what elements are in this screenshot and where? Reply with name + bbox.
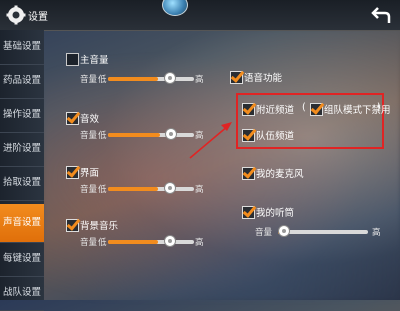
volume-high-label: 高 [195,131,204,141]
slider-knob[interactable] [164,72,176,84]
bgm-label: 背景音乐 [80,221,119,232]
paren-close: ) [377,102,381,113]
top-bar: 设置 [0,0,400,30]
slider-fill [108,187,158,191]
ui-sound-checkbox[interactable] [66,166,79,179]
slider-knob[interactable] [278,225,290,237]
bgm-checkbox[interactable] [66,219,79,232]
ui-volume-slider[interactable] [108,182,194,194]
volume-low-label: 低 [98,75,107,85]
volume-label: 音量 [80,185,98,195]
nearby-channel-checkbox[interactable] [242,103,255,116]
gear-icon [6,5,26,25]
slider-knob[interactable] [164,235,176,247]
sidebar-item-operation[interactable]: 操作设置 [0,98,44,133]
volume-label: 音量 [80,131,98,141]
ui-sound-label: 界面 [80,168,100,179]
team-channel-label: 队伍频道 [256,131,295,142]
slider-fill [108,77,158,81]
sidebar-item-medicine[interactable]: 药品设置 [0,64,44,99]
return-arrow-icon[interactable] [370,4,392,26]
globe-icon [162,0,188,16]
my-listen-label: 我的听筒 [256,208,295,219]
my-mic-checkbox[interactable] [242,167,255,180]
sidebar: 基础设置 药品设置 操作设置 进阶设置 拾取设置 声音设置 每键设置 战队设置 [0,30,44,311]
voice-function-title: 语音功能 [244,73,283,84]
volume-label: 音量 [80,75,98,85]
paren-open: ( [302,102,306,113]
main-volume-label: 主音量 [80,55,109,66]
volume-high-label: 高 [195,238,204,248]
listen-volume-slider[interactable] [278,225,368,237]
sidebar-item-advanced[interactable]: 进阶设置 [0,132,44,167]
slider-fill [108,133,160,137]
slider-knob[interactable] [165,128,177,140]
main-volume-slider[interactable] [108,72,194,84]
volume-low-label: 低 [98,131,107,141]
main-volume-checkbox[interactable] [66,53,79,66]
my-listen-checkbox[interactable] [242,206,255,219]
slider-fill [108,240,158,244]
volume-low-label: 低 [98,238,107,248]
my-mic-label: 我的麦克风 [256,169,304,180]
volume-high-label: 高 [195,185,204,195]
team-mode-disable-checkbox[interactable] [310,103,323,116]
page-title: 设置 [28,12,48,23]
volume-high-label: 高 [372,228,381,238]
voice-function-checkbox[interactable] [230,71,243,84]
volume-label: 音量 [80,238,98,248]
volume-high-label: 高 [195,75,204,85]
nearby-channel-label: 附近频道 [256,105,295,116]
sidebar-item-team[interactable]: 战队设置 [0,276,44,311]
sidebar-item-keys[interactable]: 每键设置 [0,242,44,277]
sfx-volume-slider[interactable] [108,128,194,140]
volume-low-label: 低 [98,185,107,195]
volume-label: 音量 [255,228,273,238]
sidebar-item-pickup[interactable]: 拾取设置 [0,166,44,201]
sfx-label: 音效 [80,114,100,125]
sidebar-item-basic[interactable]: 基础设置 [0,30,44,65]
slider-knob[interactable] [164,182,176,194]
sidebar-item-sound[interactable]: 声音设置 [0,204,44,243]
team-channel-checkbox[interactable] [242,129,255,142]
sfx-checkbox[interactable] [66,112,79,125]
bgm-volume-slider[interactable] [108,235,194,247]
